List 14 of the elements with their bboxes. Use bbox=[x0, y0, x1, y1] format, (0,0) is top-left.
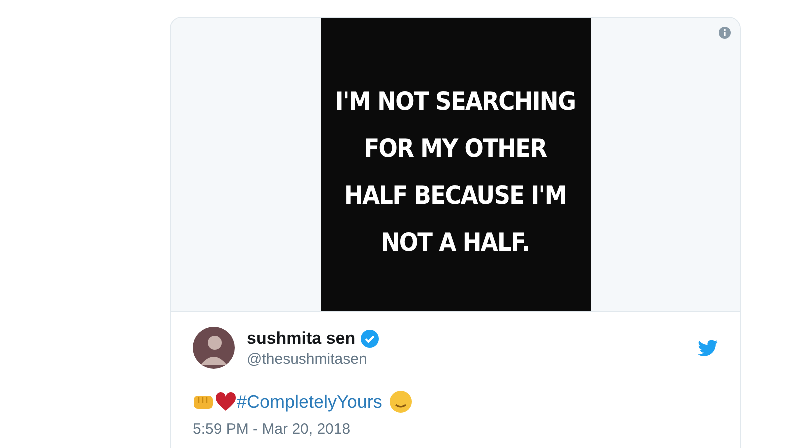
heart-emoji-icon bbox=[215, 392, 237, 412]
fist-emoji-icon bbox=[193, 393, 215, 411]
quote-line: HALF BECAUSE I'M bbox=[344, 180, 566, 212]
hashtag-link[interactable]: #CompletelyYours bbox=[237, 392, 382, 412]
smiley-emoji-icon bbox=[390, 391, 412, 413]
quote-line: I'M NOT SEARCHING bbox=[335, 86, 576, 118]
avatar[interactable] bbox=[193, 327, 235, 369]
tweet-timestamp[interactable]: 5:59 PM - Mar 20, 2018 bbox=[193, 421, 718, 438]
author-name[interactable]: sushmita sen bbox=[247, 328, 356, 348]
quote-line: FOR MY OTHER bbox=[364, 133, 547, 165]
info-icon[interactable] bbox=[719, 27, 731, 39]
bird-icon[interactable] bbox=[698, 340, 718, 356]
author-handle[interactable]: @thesushmitasen bbox=[247, 350, 686, 368]
quote-line: NOT A HALF. bbox=[381, 227, 530, 259]
